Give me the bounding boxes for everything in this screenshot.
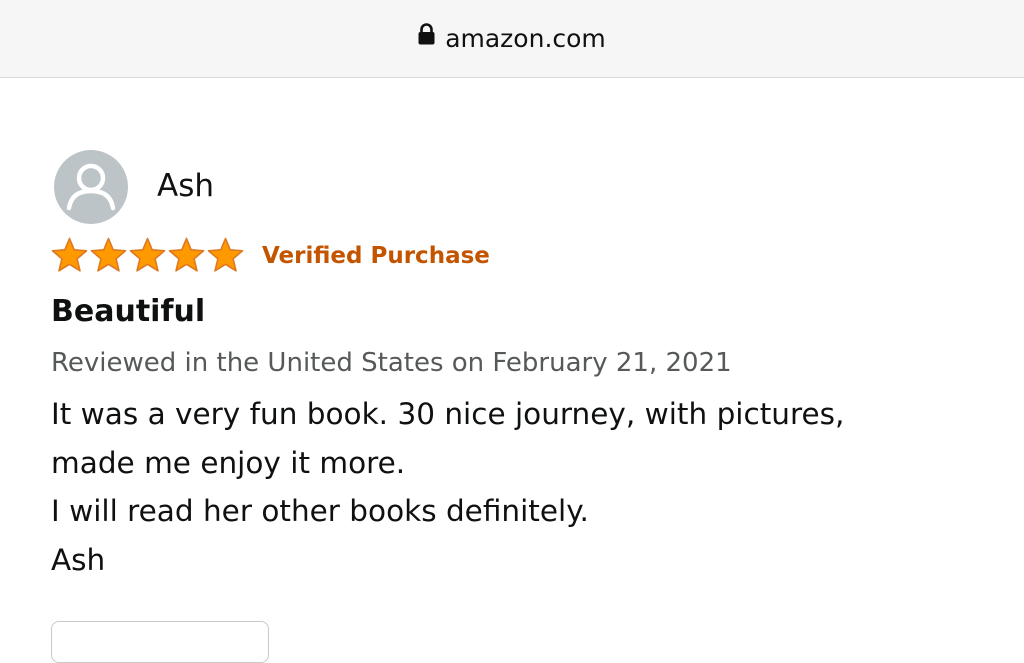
helpful-button[interactable] xyxy=(51,621,269,663)
review-body: It was a very fun book. 30 nice journey,… xyxy=(51,390,1011,584)
star-icon xyxy=(51,237,88,272)
star-rating xyxy=(51,237,244,275)
avatar xyxy=(54,150,128,224)
url-display[interactable]: amazon.com xyxy=(0,22,1024,56)
browser-address-bar[interactable]: amazon.com xyxy=(0,0,1024,78)
review-body-line: made me enjoy it more. xyxy=(51,445,406,480)
review-title: Beautiful xyxy=(51,294,206,329)
review-body-line: I will read her other books definitely. xyxy=(51,494,589,528)
review-body-line: It was a very fun book. 30 nice journey,… xyxy=(51,397,845,431)
reviewer-name[interactable]: Ash xyxy=(157,166,214,206)
url-text: amazon.com xyxy=(445,24,606,53)
review-body-line: Ash xyxy=(51,542,106,577)
review-date: Reviewed in the United States on Februar… xyxy=(51,348,732,378)
star-icon xyxy=(207,237,244,272)
verified-purchase-badge: Verified Purchase xyxy=(262,243,490,269)
star-icon xyxy=(129,237,166,272)
star-icon xyxy=(168,237,205,272)
star-icon xyxy=(90,237,127,272)
lock-icon xyxy=(418,20,435,54)
person-icon xyxy=(66,163,116,211)
